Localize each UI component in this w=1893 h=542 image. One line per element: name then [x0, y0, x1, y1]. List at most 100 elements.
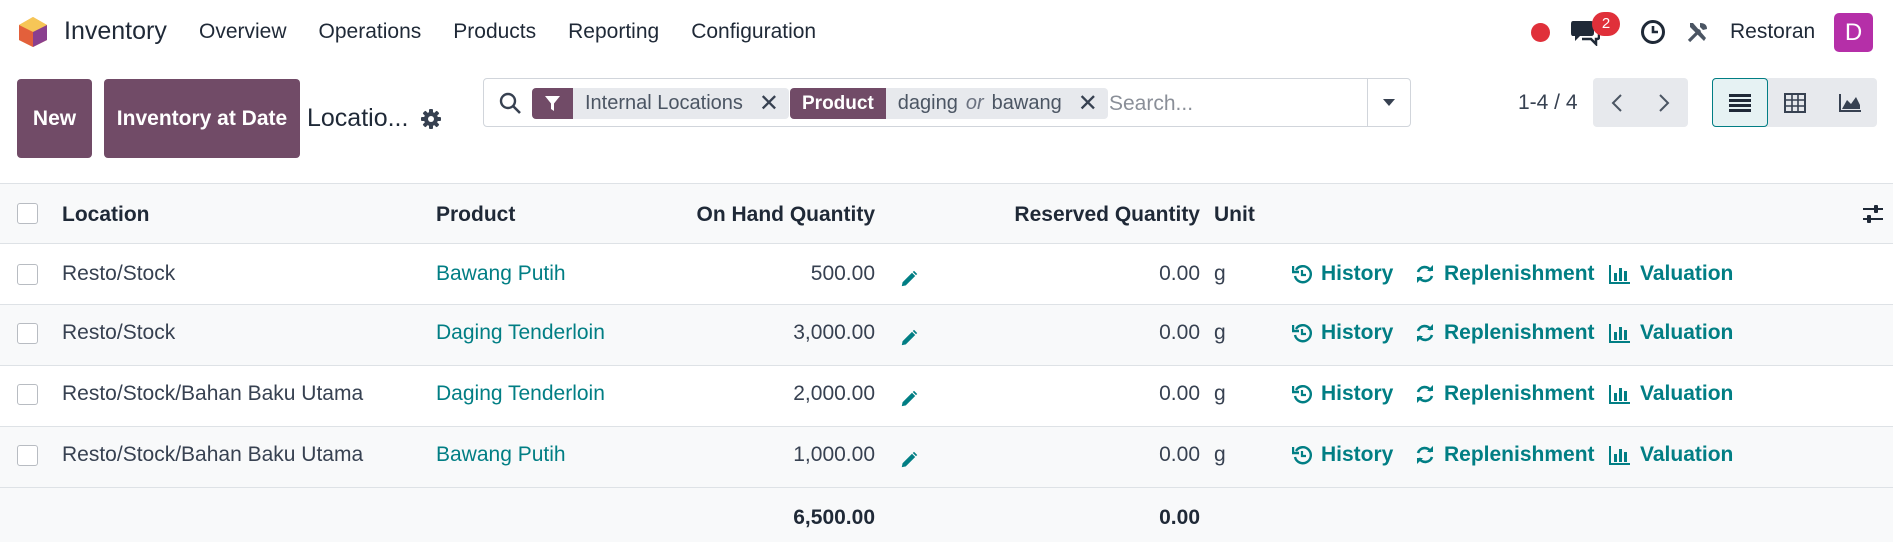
- pencil-icon[interactable]: [899, 326, 921, 348]
- new-button[interactable]: New: [17, 79, 92, 158]
- table-row[interactable]: Resto/Stock Daging Tenderloin 3,000.00 0…: [0, 305, 1893, 366]
- bar-chart-icon: [1609, 265, 1630, 284]
- row-reserved-quantity: 0.00: [1159, 262, 1200, 285]
- pager-next-button[interactable]: [1641, 78, 1689, 127]
- menu-products[interactable]: Products: [453, 20, 536, 44]
- bar-chart-icon: [1609, 446, 1630, 465]
- breadcrumb: Locatio...: [307, 104, 409, 132]
- inventory-at-date-button[interactable]: Inventory at Date: [104, 79, 300, 158]
- row-reserved-quantity: 0.00: [1159, 382, 1200, 405]
- chevron-right-icon: [1659, 93, 1670, 112]
- table-totals-row: 6,500.00 0.00: [0, 488, 1893, 542]
- inventory-app-logo-icon[interactable]: [18, 16, 48, 48]
- replenishment-button[interactable]: Replenishment: [1415, 262, 1595, 286]
- row-on-hand-quantity[interactable]: 1,000.00: [793, 443, 875, 467]
- company-switcher[interactable]: Restoran: [1730, 20, 1815, 44]
- app-name[interactable]: Inventory: [64, 17, 167, 46]
- row-on-hand-quantity[interactable]: 3,000.00: [793, 321, 875, 345]
- row-on-hand-quantity[interactable]: 500.00: [811, 262, 875, 286]
- product-facet: Product daging or bawang ✕: [790, 88, 1108, 119]
- view-switcher: [1712, 78, 1877, 127]
- valuation-button[interactable]: Valuation: [1609, 321, 1733, 345]
- search-input[interactable]: [1109, 88, 1359, 119]
- pivot-view-button[interactable]: [1768, 78, 1822, 127]
- search-options-toggle[interactable]: [1367, 79, 1410, 126]
- row-product-link[interactable]: Bawang Putih: [436, 443, 566, 467]
- row-on-hand-quantity[interactable]: 2,000.00: [793, 382, 875, 406]
- row-checkbox[interactable]: [17, 323, 38, 344]
- row-product-link[interactable]: Daging Tenderloin: [436, 321, 605, 345]
- filter-facet-value: Internal Locations ✕: [573, 88, 789, 119]
- bar-chart-icon: [1609, 324, 1630, 343]
- row-checkbox[interactable]: [17, 445, 38, 466]
- column-product[interactable]: Product: [436, 203, 515, 227]
- user-avatar[interactable]: D: [1834, 13, 1873, 52]
- row-product-link[interactable]: Daging Tenderloin: [436, 382, 605, 406]
- history-label: History: [1321, 443, 1394, 466]
- debug-tools-icon[interactable]: [1685, 19, 1711, 45]
- row-reserved-quantity: 0.00: [1159, 321, 1200, 344]
- table-row[interactable]: Resto/Stock/Bahan Baku Utama Bawang Puti…: [0, 427, 1893, 488]
- pencil-icon[interactable]: [899, 448, 921, 470]
- product-facet-value: daging or bawang ✕: [885, 88, 1108, 119]
- history-button[interactable]: History: [1292, 321, 1393, 345]
- valuation-button[interactable]: Valuation: [1609, 382, 1733, 406]
- column-on-hand-quantity[interactable]: On Hand Quantity: [697, 203, 876, 227]
- row-checkbox[interactable]: [17, 264, 38, 285]
- remove-product-facet-icon[interactable]: ✕: [1078, 89, 1098, 118]
- row-unit: g: [1214, 262, 1226, 285]
- row-product-link[interactable]: Bawang Putih: [436, 262, 566, 286]
- gear-icon[interactable]: [420, 108, 442, 130]
- menu-configuration[interactable]: Configuration: [691, 20, 816, 44]
- list-view-button[interactable]: [1712, 78, 1769, 127]
- history-button[interactable]: History: [1292, 262, 1393, 286]
- row-unit: g: [1214, 321, 1226, 344]
- column-location[interactable]: Location: [62, 203, 150, 227]
- replenishment-button[interactable]: Replenishment: [1415, 321, 1595, 345]
- history-label: History: [1321, 262, 1394, 285]
- history-icon: [1292, 385, 1312, 404]
- product-facet-value-1: daging: [897, 92, 958, 114]
- menu-reporting[interactable]: Reporting: [568, 20, 659, 44]
- valuation-button[interactable]: Valuation: [1609, 262, 1733, 286]
- table-header: Location Product On Hand Quantity Reserv…: [0, 183, 1893, 244]
- search-icon[interactable]: [498, 91, 522, 115]
- replenishment-button[interactable]: Replenishment: [1415, 443, 1595, 467]
- refresh-icon: [1416, 385, 1434, 403]
- menu-operations[interactable]: Operations: [319, 20, 422, 44]
- table-row[interactable]: Resto/Stock/Bahan Baku Utama Daging Tend…: [0, 366, 1893, 427]
- optional-columns-icon[interactable]: [1862, 203, 1884, 225]
- graph-view-button[interactable]: [1823, 78, 1877, 127]
- row-unit: g: [1214, 382, 1226, 405]
- area-chart-icon: [1838, 93, 1861, 112]
- valuation-label: Valuation: [1640, 382, 1734, 405]
- table-row[interactable]: Resto/Stock Bawang Putih 500.00 0.00 g H…: [0, 244, 1893, 305]
- remove-filter-facet-icon[interactable]: ✕: [759, 89, 779, 118]
- list-icon: [1729, 93, 1752, 112]
- history-label: History: [1321, 321, 1394, 344]
- column-reserved-quantity[interactable]: Reserved Quantity: [1014, 203, 1200, 227]
- valuation-button[interactable]: Valuation: [1609, 443, 1733, 467]
- filter-facet-text: Internal Locations: [585, 92, 743, 114]
- recording-icon[interactable]: [1531, 23, 1550, 42]
- history-button[interactable]: History: [1292, 382, 1393, 406]
- history-button[interactable]: History: [1292, 443, 1393, 467]
- column-unit[interactable]: Unit: [1214, 203, 1255, 227]
- select-all-checkbox[interactable]: [17, 203, 38, 224]
- pencil-icon[interactable]: [899, 267, 921, 289]
- replenishment-button[interactable]: Replenishment: [1415, 382, 1595, 406]
- pager-previous-button[interactable]: [1593, 78, 1641, 127]
- menu-overview[interactable]: Overview: [199, 20, 287, 44]
- activity-clock-icon[interactable]: [1640, 19, 1666, 45]
- chevron-left-icon: [1611, 93, 1622, 112]
- product-facet-label: Product: [790, 88, 886, 119]
- filter-icon: [545, 96, 560, 111]
- valuation-label: Valuation: [1640, 443, 1734, 466]
- pencil-icon[interactable]: [899, 387, 921, 409]
- row-checkbox[interactable]: [17, 384, 38, 405]
- replenishment-label: Replenishment: [1444, 443, 1595, 466]
- history-icon: [1292, 265, 1312, 284]
- refresh-icon: [1416, 265, 1434, 283]
- row-location: Resto/Stock: [62, 262, 176, 285]
- pager-value[interactable]: 1-4 / 4: [1518, 91, 1578, 115]
